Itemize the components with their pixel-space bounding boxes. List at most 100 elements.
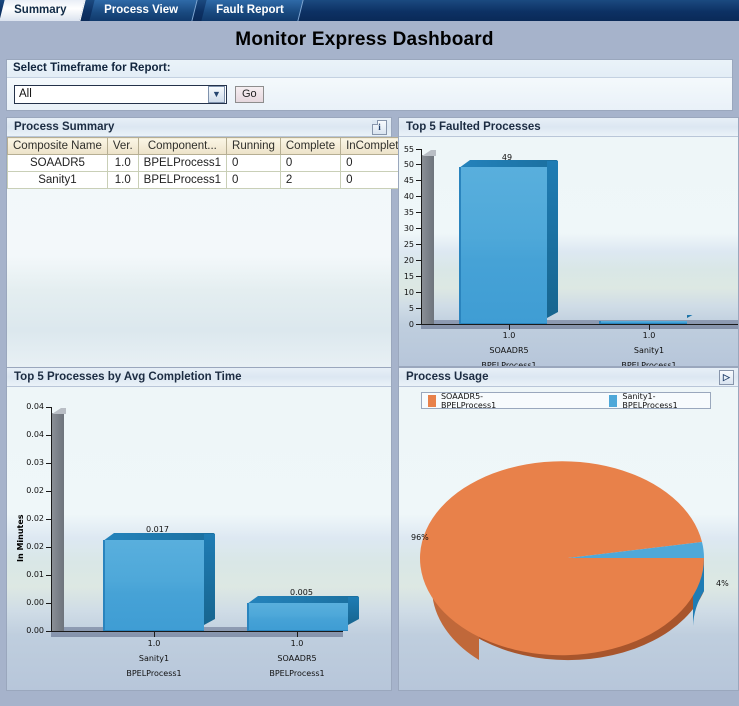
tab-process-view[interactable]: Process View	[89, 0, 198, 21]
cell-complete: 0	[279, 154, 342, 172]
x-tick-label-2-line3: BPELProcess1	[269, 669, 325, 678]
col-complete[interactable]: Complete	[279, 137, 342, 155]
y-tick-label: 35	[403, 208, 414, 217]
tab-fault-report[interactable]: Fault Report	[201, 0, 304, 21]
bar-side-face	[204, 534, 215, 625]
go-button[interactable]: Go	[235, 85, 264, 103]
cell-ver: 1.0	[106, 171, 139, 189]
info-icon[interactable]: i	[372, 119, 387, 135]
faulted-chart: 0 5 10 15 20 25 30 35 40 45 50 55 49 1.0…	[399, 137, 738, 366]
col-composite-name[interactable]: Composite Name	[7, 137, 108, 155]
y-tick	[46, 575, 52, 576]
cell-running: 0	[226, 171, 281, 189]
x-tick	[649, 325, 650, 330]
y-tick	[46, 603, 52, 604]
col-component[interactable]: Component...	[137, 137, 228, 155]
legend-item-soaadr5[interactable]: SOAADR5-BPELProcess1	[422, 392, 537, 410]
y-tick	[416, 324, 422, 325]
bar-side-face	[348, 597, 359, 625]
bar-soaadr5[interactable]	[459, 167, 547, 324]
y-tick-label: 50	[403, 160, 414, 169]
y-tick	[416, 260, 422, 261]
y-tick	[46, 435, 52, 436]
legend-label-soaadr5: SOAADR5-BPELProcess1	[440, 391, 497, 410]
tab-summary-label: Summary	[14, 4, 67, 16]
y-tick	[416, 244, 422, 245]
dashboard-grid: Process Summary i Composite Name Ver. Co…	[0, 111, 739, 691]
y-tick-label: 30	[403, 224, 414, 233]
cell-ver: 1.0	[106, 154, 139, 172]
bar-sanity1[interactable]	[103, 540, 204, 631]
y-tick-label: 0.02	[26, 542, 44, 551]
y-tick-label: 55	[403, 145, 414, 154]
timeframe-select[interactable]: All ▼	[14, 84, 227, 104]
y-tick-label: 0.01	[26, 570, 44, 579]
bar-soaadr5[interactable]	[247, 603, 348, 631]
y-tick-label: 0.02	[26, 486, 44, 495]
y-tick	[46, 519, 52, 520]
y-tick	[416, 228, 422, 229]
x-tick-label-1-line2: Sanity1	[138, 654, 170, 663]
y-tick-label: 0.00	[26, 598, 44, 607]
chevron-down-icon[interactable]: ▼	[208, 85, 225, 103]
cell-complete: 2	[279, 171, 342, 189]
y-tick	[46, 463, 52, 464]
chart-wall	[422, 155, 434, 324]
panel-process-usage: Process Usage ▷ SOAADR5-BPELProcess1 San…	[398, 367, 739, 691]
bar-sanity1[interactable]	[599, 321, 687, 324]
x-tick-label-1-line1: 1.0	[147, 639, 161, 648]
y-tick	[416, 196, 422, 197]
tab-bar: Summary Process View Fault Report	[0, 0, 739, 21]
y-tick	[46, 631, 52, 632]
col-ver[interactable]: Ver.	[106, 137, 139, 155]
panel-process-usage-header: Process Usage ▷	[399, 368, 738, 387]
y-tick	[416, 149, 422, 150]
pie-pct-label-soaadr5: 96%	[411, 533, 429, 542]
y-tick-label: 20	[403, 256, 414, 265]
cell-component: BPELProcess1	[137, 154, 228, 172]
chart-wall	[52, 413, 64, 631]
avg-completion-chart: In Minutes 0.04 0.04 0.03 0.02 0.02 0.02…	[7, 387, 391, 690]
tab-summary[interactable]: Summary	[0, 0, 87, 21]
y-tick-label: 25	[403, 240, 414, 249]
legend-item-sanity1[interactable]: Sanity1-BPELProcess1	[603, 392, 710, 410]
play-icon[interactable]: ▷	[719, 369, 734, 385]
y-tick	[416, 276, 422, 277]
y-tick	[416, 180, 422, 181]
x-tick-label-2-line1: 1.0	[642, 331, 656, 340]
process-usage-chart: SOAADR5-BPELProcess1 Sanity1-BPELProcess…	[399, 387, 738, 690]
cell-component: BPELProcess1	[137, 171, 228, 189]
col-running[interactable]: Running	[226, 137, 281, 155]
y-tick-label: 0.03	[26, 458, 44, 467]
x-tick-label-1-line3: BPELProcess1	[126, 669, 182, 678]
page-title: Monitor Express Dashboard	[235, 29, 494, 50]
y-tick-label: 45	[403, 176, 414, 185]
legend-label-sanity1: Sanity1-BPELProcess1	[622, 391, 678, 410]
timeframe-panel: Select Timeframe for Report: All ▼ Go	[6, 59, 733, 111]
pie-slice-soaadr5[interactable]	[420, 461, 705, 656]
x-tick	[509, 325, 510, 330]
y-tick-label: 0.04	[26, 430, 44, 439]
legend-swatch-icon	[428, 394, 436, 407]
panel-avg-completion: Top 5 Processes by Avg Completion Time I…	[6, 367, 392, 691]
timeframe-controls: All ▼ Go	[7, 78, 732, 110]
bar-value-label: 0.005	[290, 588, 313, 597]
x-tick-label-1-line2: SOAADR5	[489, 346, 529, 355]
table-header-row: Composite Name Ver. Component... Running…	[7, 137, 411, 155]
bar-front-face	[459, 167, 547, 324]
panel-faulted-title: Top 5 Faulted Processes	[406, 121, 541, 133]
x-tick-label-2-line1: 1.0	[290, 639, 304, 648]
x-tick	[154, 632, 155, 637]
cell-composite-name: Sanity1	[7, 171, 108, 189]
legend-swatch-icon	[609, 394, 618, 407]
timeframe-section: Select Timeframe for Report: All ▼ Go	[0, 59, 739, 111]
y-tick-label: 0.02	[26, 514, 44, 523]
table-row[interactable]: Sanity1 1.0 BPELProcess1 0 2 0	[7, 171, 411, 189]
panel-faulted-processes: Top 5 Faulted Processes 0 5 10 15 20 25	[398, 117, 739, 367]
panel-avg-completion-header: Top 5 Processes by Avg Completion Time	[7, 368, 391, 387]
y-tick-label: 0.04	[26, 402, 44, 411]
x-tick-label-2-line2: Sanity1	[633, 346, 665, 355]
table-row[interactable]: SOAADR5 1.0 BPELProcess1 0 0 0	[7, 154, 411, 172]
tab-process-view-label: Process View	[104, 4, 179, 16]
y-tick-label: 40	[403, 192, 414, 201]
